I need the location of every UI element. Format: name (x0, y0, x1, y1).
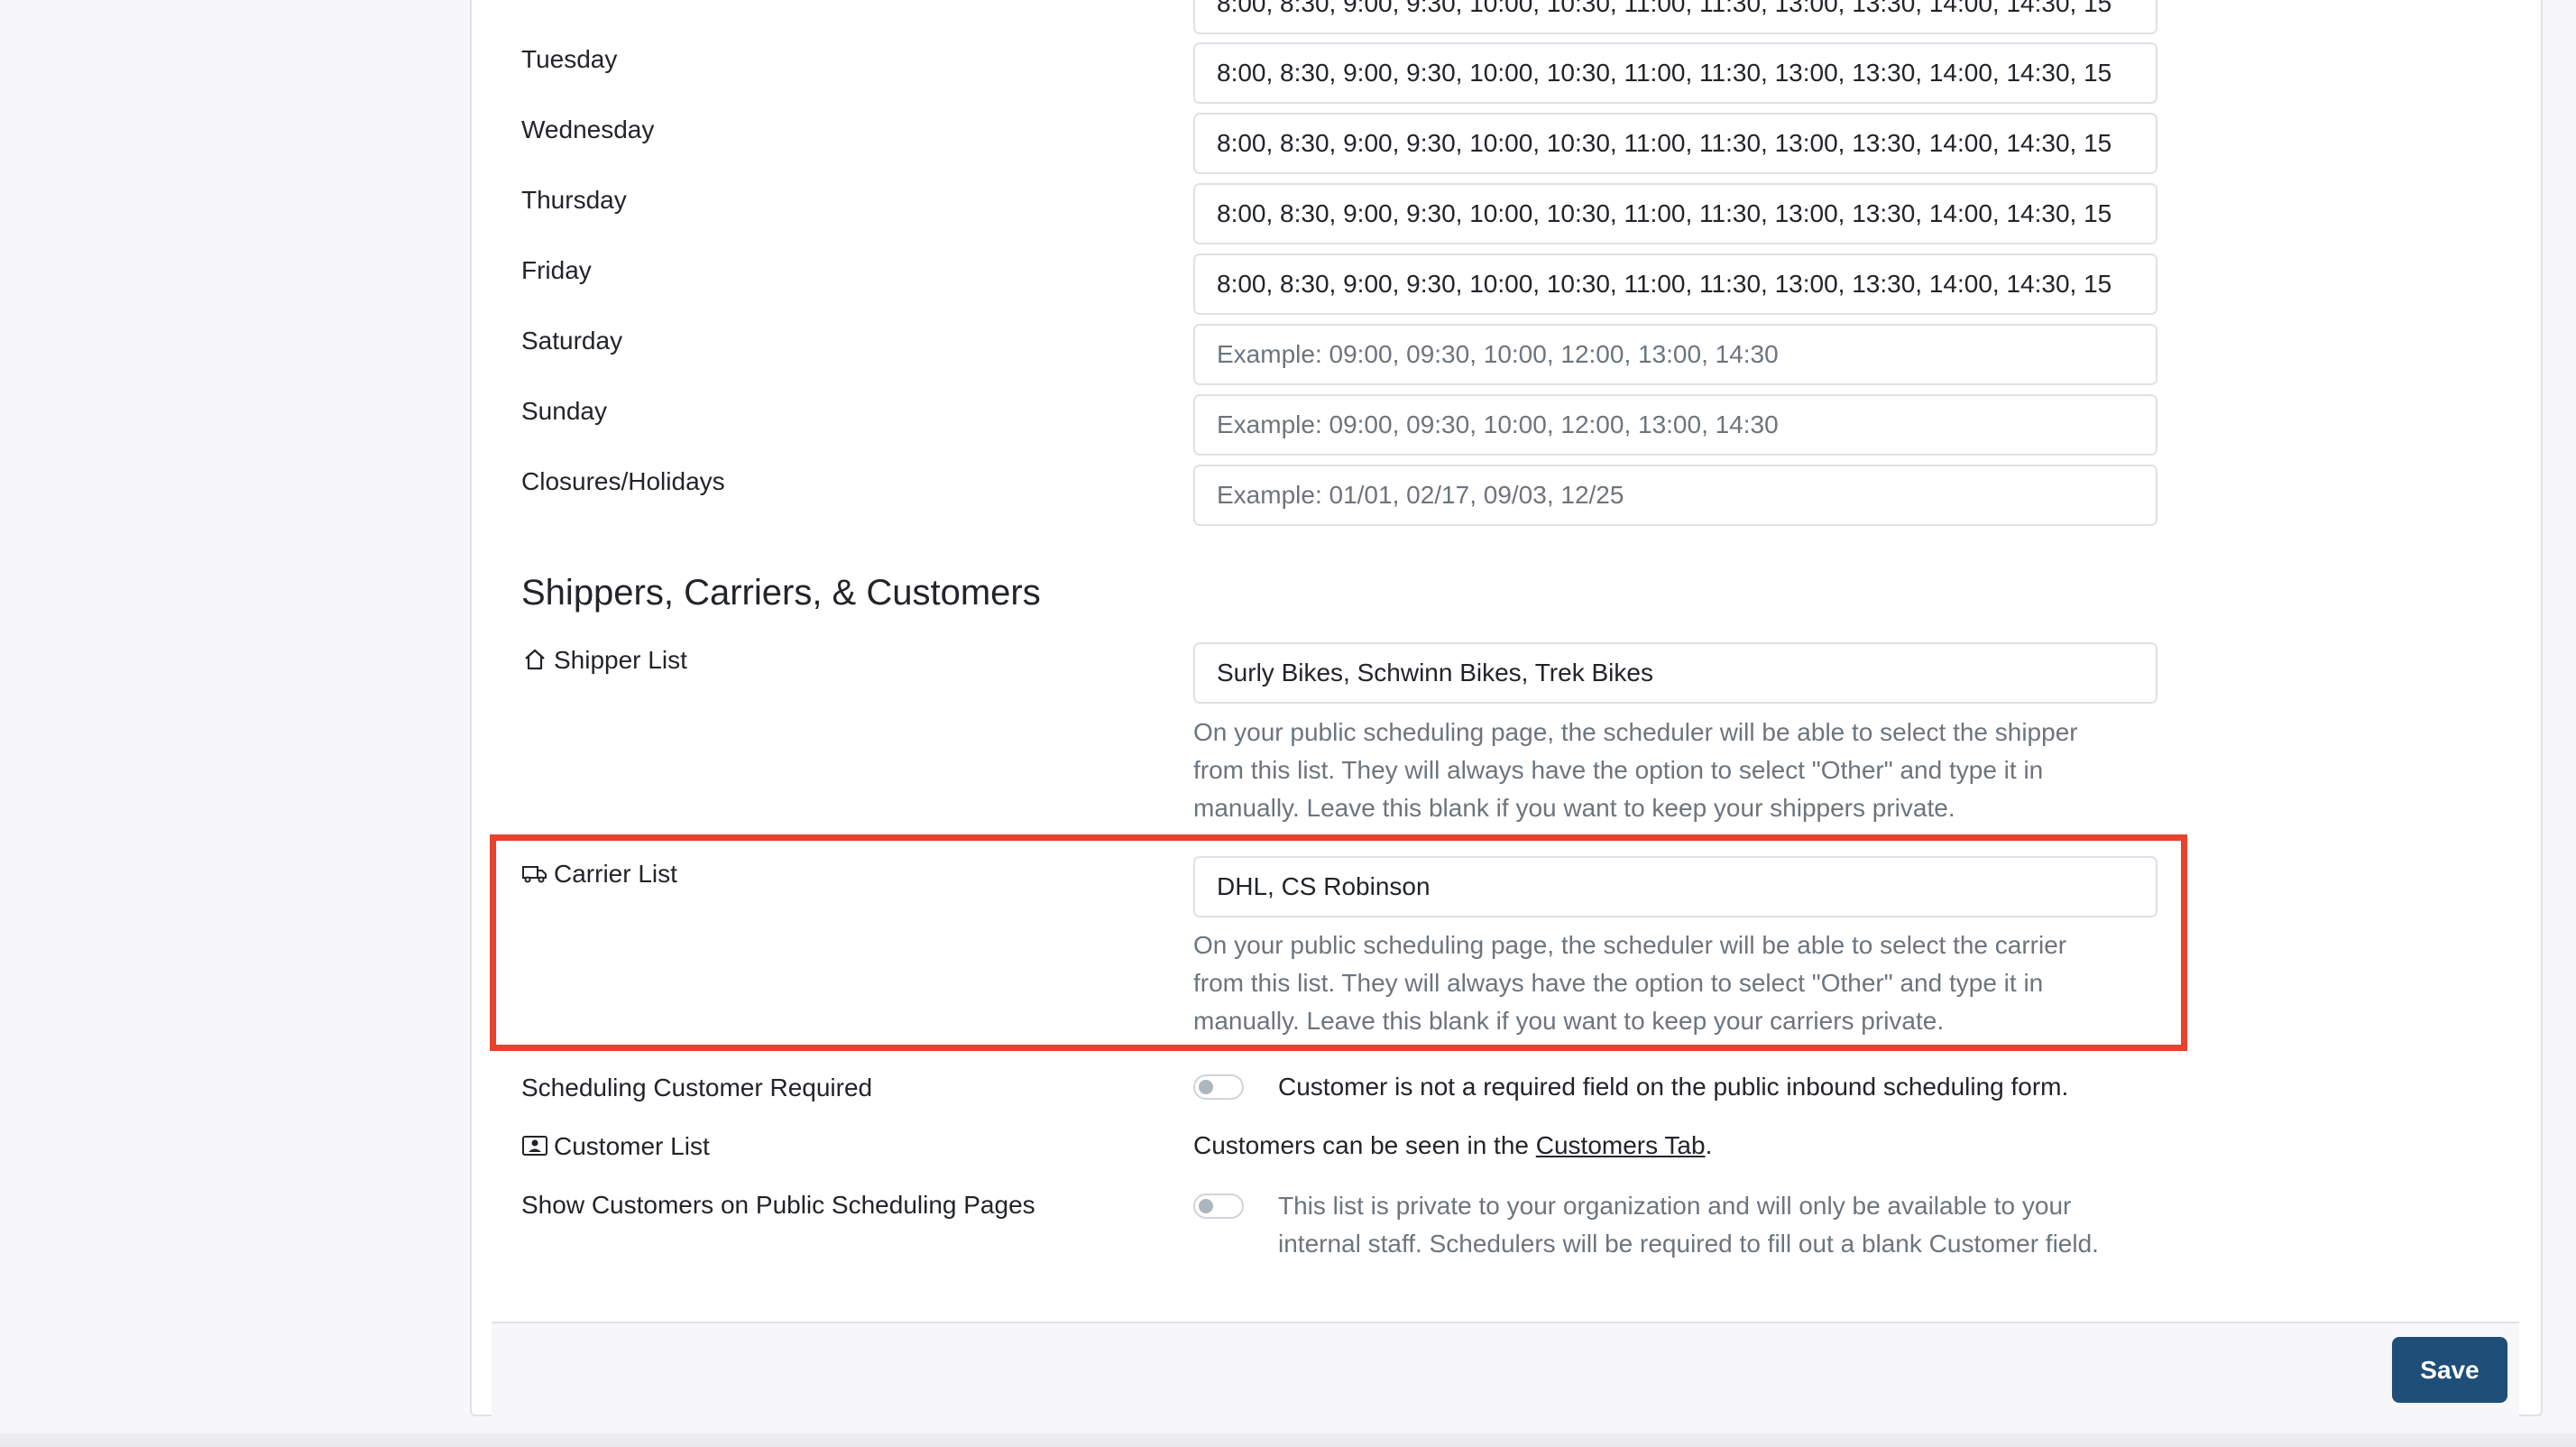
customer-list-text-before: Customers can be seen in the (1193, 1131, 1536, 1159)
shipper-help-line: manually. Leave this blank if you want t… (1193, 794, 1955, 822)
saturday-hours-input[interactable]: Example: 09:00, 09:30, 10:00, 12:00, 13:… (1193, 324, 2157, 385)
shipper-help-line: On your public scheduling page, the sche… (1193, 718, 2078, 746)
carrier-help-line: On your public scheduling page, the sche… (1193, 931, 2067, 959)
show-customers-text: This list is private to your organizatio… (1278, 1187, 2099, 1263)
customers-tab-link[interactable]: Customers Tab (1536, 1131, 1706, 1159)
carrier-help-line: from this list. They will always have th… (1193, 969, 2044, 997)
closures-holidays-label: Closures/Holidays (521, 467, 725, 495)
shipper-help-line: from this list. They will always have th… (1193, 756, 2044, 784)
friday-hours-input[interactable]: 8:00, 8:30, 9:00, 9:30, 10:00, 10:30, 11… (1193, 253, 2157, 315)
truck-icon (521, 861, 548, 886)
shipper-list-input[interactable]: Surly Bikes, Schwinn Bikes, Trek Bikes (1193, 642, 2157, 704)
customer-list-label-text: Customer List (554, 1132, 710, 1160)
carrier-list-label-text: Carrier List (554, 860, 677, 888)
carrier-list-label: Carrier List (521, 858, 677, 890)
toggle-knob (1199, 1199, 1213, 1213)
house-icon (521, 647, 548, 672)
person-card-icon (521, 1133, 548, 1158)
shipper-list-help: On your public scheduling page, the sche… (1193, 714, 2185, 827)
show-customers-text-line: This list is private to your organizatio… (1278, 1192, 2072, 1220)
wednesday-label: Wednesday (521, 115, 655, 143)
shipper-list-label-text: Shipper List (554, 646, 687, 674)
customer-list-text: Customers can be seen in the Customers T… (1193, 1129, 1712, 1162)
closures-holidays-input[interactable]: Example: 01/01, 02/17, 09/03, 12/25 (1193, 465, 2157, 526)
friday-label: Friday (521, 256, 592, 284)
thursday-label: Thursday (521, 186, 627, 214)
page-bottom-edge (0, 1433, 2576, 1447)
toggle-knob (1199, 1080, 1213, 1094)
shipper-list-label: Shipper List (521, 644, 687, 677)
show-customers-label: Show Customers on Public Scheduling Page… (521, 1191, 1035, 1219)
monday-hours-input[interactable]: 8:00, 8:30, 9:00, 9:30, 10:00, 10:30, 11… (1193, 0, 2157, 34)
customer-list-text-after: . (1705, 1131, 1713, 1159)
customer-required-label: Scheduling Customer Required (521, 1074, 873, 1101)
carrier-list-help: On your public scheduling page, the sche… (1193, 926, 2185, 1040)
thursday-hours-input[interactable]: 8:00, 8:30, 9:00, 9:30, 10:00, 10:30, 11… (1193, 183, 2157, 244)
customer-required-text: Customer is not a required field on the … (1278, 1073, 2069, 1101)
carrier-help-line: manually. Leave this blank if you want t… (1193, 1007, 1945, 1035)
show-customers-toggle[interactable] (1193, 1194, 1244, 1219)
carrier-list-input[interactable]: DHL, CS Robinson (1193, 856, 2157, 917)
section-title: Shippers, Carriers, & Customers (521, 573, 1041, 613)
customer-list-label: Customer List (521, 1130, 710, 1163)
sunday-hours-input[interactable]: Example: 09:00, 09:30, 10:00, 12:00, 13:… (1193, 394, 2157, 456)
sunday-label: Sunday (521, 397, 607, 425)
tuesday-hours-input[interactable]: 8:00, 8:30, 9:00, 9:30, 10:00, 10:30, 11… (1193, 42, 2157, 104)
customer-required-toggle[interactable] (1193, 1074, 1244, 1100)
show-customers-text-line: internal staff. Schedulers will be requi… (1278, 1230, 2099, 1258)
tuesday-label: Tuesday (521, 45, 618, 73)
save-button[interactable]: Save (2392, 1337, 2507, 1403)
card-footer (492, 1322, 2519, 1418)
saturday-label: Saturday (521, 327, 623, 355)
wednesday-hours-input[interactable]: 8:00, 8:30, 9:00, 9:30, 10:00, 10:30, 11… (1193, 113, 2157, 174)
